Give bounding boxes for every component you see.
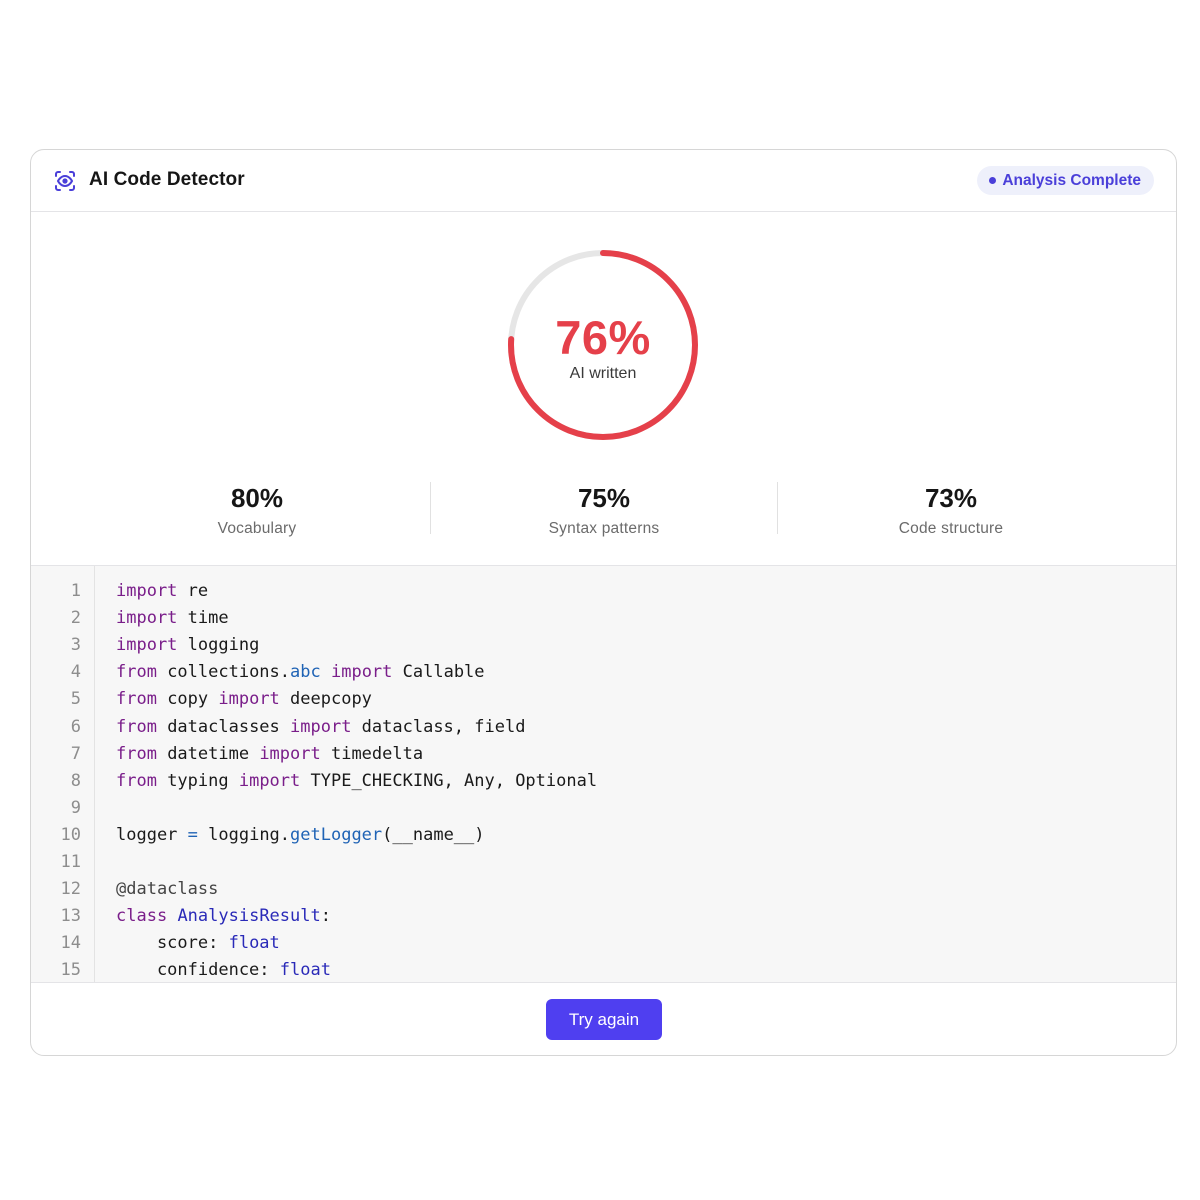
line-number: 1: [70, 581, 81, 601]
code-line: 4 from collections.abc import Callable: [31, 662, 1176, 689]
line-number: 8: [70, 770, 81, 791]
code-text: from datetime import timedelta: [116, 743, 424, 764]
code-line: 5 from copy import deepcopy: [31, 689, 1176, 716]
detector-card: AI Code Detector Analysis Complete 76% A…: [30, 149, 1177, 1056]
code-text: class AnalysisResult:: [116, 906, 331, 927]
score-value: 76%: [555, 311, 651, 364]
app-title: AI Code Detector: [89, 169, 245, 190]
line-number: 2: [70, 608, 81, 629]
line-number: 7: [70, 743, 81, 764]
code-text: @dataclass: [116, 879, 219, 900]
metric-value: 75%: [577, 483, 631, 513]
code-line: 12 @dataclass: [31, 879, 1176, 906]
code-line: 3 import logging: [31, 635, 1176, 662]
code-text: import time: [116, 608, 229, 629]
metric-value: 80%: [230, 483, 284, 513]
line-number: 15: [60, 960, 81, 981]
line-number: 4: [70, 662, 81, 683]
code-line: 7 from datetime import timedelta: [31, 744, 1176, 771]
code-line: 9: [31, 798, 1176, 825]
code-line: 6 from dataclasses import dataclass, fiel…: [31, 717, 1176, 744]
code-text: from dataclasses import dataclass, field: [116, 716, 526, 737]
metric-divider: [777, 482, 778, 534]
code-text: from typing import TYPE_CHECKING, Any, O…: [116, 770, 598, 791]
card-header: AI Code Detector Analysis Complete: [31, 150, 1176, 212]
line-number: 6: [70, 716, 81, 737]
score-label: AI written: [569, 365, 637, 382]
metric-vocabulary: 80% Vocabulary: [107, 483, 407, 538]
scan-eye-icon: [55, 171, 75, 191]
code-line: 2 import time: [31, 608, 1176, 635]
code-text: score: float: [116, 933, 280, 954]
line-number: 9: [70, 797, 81, 818]
line-number: 10: [60, 824, 81, 845]
metric-code-structure: 73% Code structure: [801, 483, 1101, 538]
code-viewer[interactable]: 1 import re 2 import time 3 import logging 4 fr…: [31, 565, 1176, 983]
code-text: import re: [116, 581, 209, 601]
status-badge-label: Analysis Complete: [1002, 171, 1141, 189]
status-badge: Analysis Complete: [977, 166, 1154, 195]
metric-divider: [430, 482, 431, 534]
metric-label: Syntax patterns: [548, 520, 660, 537]
code-text: logger = logging.getLogger(__name__): [116, 824, 485, 845]
code-text: confidence: float: [116, 960, 331, 981]
code-line: 10 logger = logging.getLogger(__name__): [31, 825, 1176, 852]
metric-syntax-patterns: 75% Syntax patterns: [454, 483, 754, 538]
line-number: 13: [60, 906, 81, 927]
status-dot-icon: [989, 177, 997, 184]
code-line: 11: [31, 852, 1176, 879]
code-text: from copy import deepcopy: [116, 689, 372, 710]
try-again-button[interactable]: Try again: [546, 999, 662, 1040]
line-number: 14: [60, 933, 81, 954]
code-line: 13 class AnalysisResult:: [31, 906, 1176, 933]
metric-label: Code structure: [898, 520, 1004, 537]
line-number: 3: [70, 635, 81, 656]
line-number: 5: [70, 689, 81, 710]
code-text: from collections.abc import Callable: [116, 662, 485, 683]
line-number: 11: [60, 852, 81, 872]
line-number: 12: [60, 879, 81, 900]
code-line: 14 score: float: [31, 933, 1176, 960]
metric-label: Vocabulary: [217, 520, 297, 537]
code-text: import logging: [116, 635, 260, 656]
metric-value: 73%: [924, 483, 978, 513]
code-line: 15 confidence: float: [31, 960, 1176, 982]
code-line: 8 from typing import TYPE_CHECKING, Any, …: [31, 771, 1176, 798]
code-line: 1 import re: [31, 581, 1176, 608]
